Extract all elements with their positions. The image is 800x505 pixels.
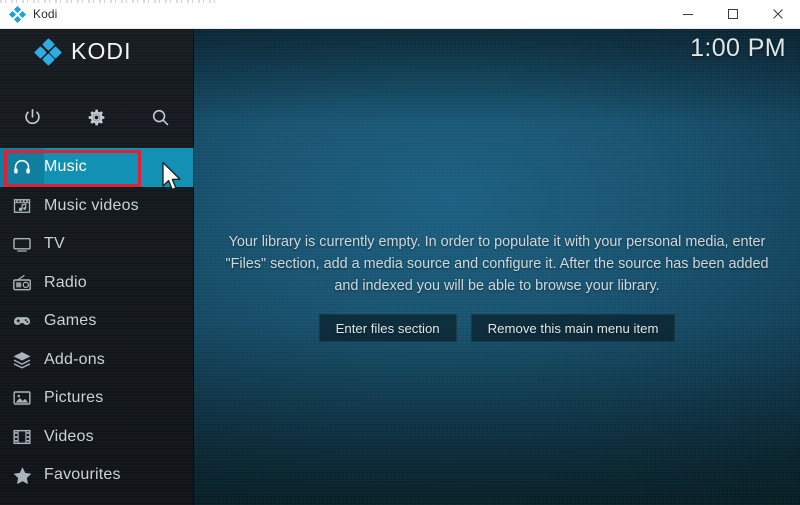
kodi-logo-icon: [36, 40, 60, 64]
settings-button[interactable]: [64, 94, 128, 140]
pictures-icon: [0, 388, 44, 408]
clock: 1:00 PM: [690, 34, 786, 63]
remove-main-menu-item-button[interactable]: Remove this main menu item: [471, 314, 676, 342]
sidebar-item-label: Add-ons: [44, 351, 105, 369]
window-title: Kodi: [33, 7, 57, 21]
power-button[interactable]: [0, 94, 64, 140]
empty-library-actions: Enter files section Remove this main men…: [194, 314, 800, 342]
tv-icon: [0, 234, 44, 254]
sidebar-item-weather[interactable]: Weather: [0, 495, 194, 505]
sidebar-item-videos[interactable]: Videos: [0, 418, 194, 457]
gear-icon: [86, 107, 107, 128]
search-button[interactable]: [128, 94, 192, 140]
sidebar-toolbar: [0, 94, 194, 140]
window-titlebar: Kodi: [0, 0, 800, 29]
sidebar-item-tv[interactable]: TV: [0, 225, 194, 264]
addons-icon: [0, 350, 44, 370]
kodi-icon: [10, 7, 25, 22]
sidebar-item-label: Music: [44, 158, 87, 176]
sidebar-item-label: Videos: [44, 428, 94, 446]
kodi-application-window: Kodi 1:00: [0, 0, 800, 505]
sidebar-item-pictures[interactable]: Pictures: [0, 379, 194, 418]
window-controls: [665, 0, 800, 28]
sidebar-item-label: Music videos: [44, 197, 139, 215]
maximize-button[interactable]: [710, 0, 755, 28]
power-icon: [22, 107, 43, 128]
kodi-brand: KODI: [0, 28, 194, 75]
sidebar-item-label: Pictures: [44, 389, 103, 407]
sidebar-item-label: Favourites: [44, 466, 121, 484]
sidebar-item-label: Games: [44, 312, 97, 330]
minimize-button[interactable]: [665, 0, 710, 28]
empty-library-message: Your library is currently empty. In orde…: [217, 231, 777, 297]
music-video-icon: [0, 196, 44, 216]
main-menu-sidebar: KODI: [0, 28, 194, 505]
main-menu-list: Music: [0, 148, 194, 505]
sidebar-item-add-ons[interactable]: Add-ons: [0, 341, 194, 380]
headphones-icon: [0, 148, 44, 187]
search-icon: [150, 107, 171, 128]
gamepad-icon: [0, 311, 44, 331]
sidebar-item-favourites[interactable]: Favourites: [0, 456, 194, 495]
kodi-ui-root: 1:00 PM Your library is currently empty.…: [0, 28, 800, 505]
sidebar-item-radio[interactable]: Radio: [0, 264, 194, 303]
close-button[interactable]: [755, 0, 800, 28]
titlebar-app-identity: Kodi: [0, 0, 57, 28]
videos-icon: [0, 427, 44, 447]
sidebar-item-music[interactable]: Music: [0, 148, 194, 187]
enter-files-section-button[interactable]: Enter files section: [319, 314, 457, 342]
main-content-pane: Your library is currently empty. In orde…: [194, 28, 800, 505]
kodi-brand-label: KODI: [71, 38, 132, 65]
sidebar-item-label: Radio: [44, 274, 87, 292]
empty-library-block: Your library is currently empty. In orde…: [194, 231, 800, 342]
radio-icon: [0, 273, 44, 293]
sidebar-item-label: TV: [44, 235, 65, 253]
sidebar-item-music-videos[interactable]: Music videos: [0, 187, 194, 226]
sidebar-item-games[interactable]: Games: [0, 302, 194, 341]
star-icon: [0, 465, 44, 486]
